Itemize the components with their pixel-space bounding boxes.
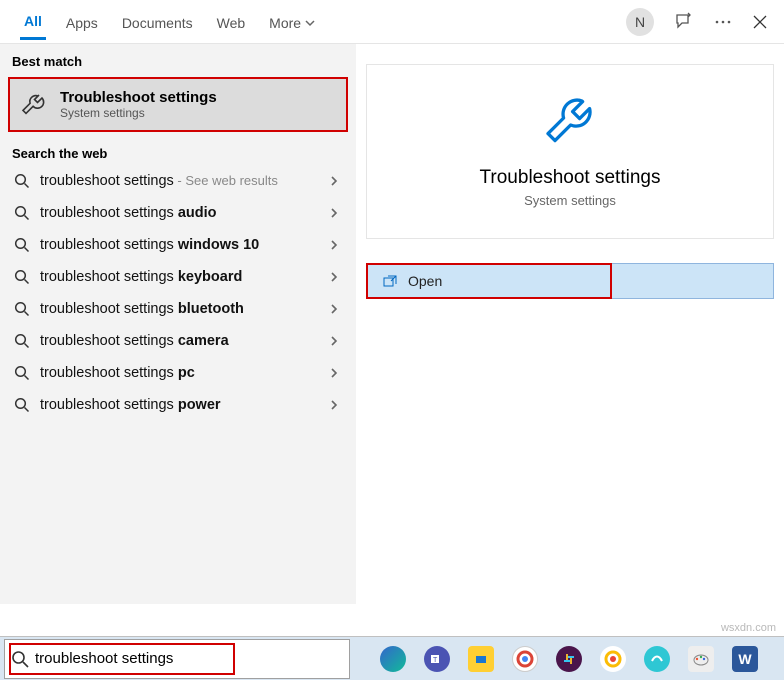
web-result-text: troubleshoot settings camera bbox=[40, 333, 328, 349]
more-options-icon[interactable] bbox=[714, 13, 732, 31]
taskbar-chrome-canary-icon[interactable] bbox=[600, 646, 626, 672]
search-icon bbox=[14, 365, 30, 381]
chevron-right-icon bbox=[328, 303, 340, 315]
chevron-right-icon bbox=[328, 399, 340, 411]
tab-all[interactable]: All bbox=[20, 3, 46, 40]
search-box[interactable] bbox=[4, 639, 350, 679]
scope-tabs: All Apps Documents Web More bbox=[10, 3, 626, 40]
wrench-icon bbox=[538, 89, 602, 153]
best-match-subtitle: System settings bbox=[60, 106, 217, 120]
chevron-right-icon bbox=[328, 207, 340, 219]
web-result-text: troubleshoot settings bluetooth bbox=[40, 301, 328, 317]
preview-actions: Open bbox=[366, 263, 774, 299]
top-bar: All Apps Documents Web More N bbox=[0, 0, 784, 44]
tab-web[interactable]: Web bbox=[213, 3, 250, 40]
web-result-item[interactable]: troubleshoot settings power bbox=[0, 389, 356, 421]
chevron-right-icon bbox=[328, 335, 340, 347]
tab-more[interactable]: More bbox=[265, 3, 319, 40]
results-pane: Best match Troubleshoot settings System … bbox=[0, 44, 356, 604]
taskbar-edge-icon[interactable] bbox=[380, 646, 406, 672]
search-icon bbox=[14, 205, 30, 221]
web-result-text: troubleshoot settings power bbox=[40, 397, 328, 413]
tab-apps[interactable]: Apps bbox=[62, 3, 102, 40]
preview-card: Troubleshoot settings System settings bbox=[366, 64, 774, 239]
watermark: wsxdn.com bbox=[721, 622, 776, 634]
taskbar-word-icon[interactable]: W bbox=[732, 646, 758, 672]
open-icon bbox=[382, 273, 398, 289]
search-icon bbox=[14, 237, 30, 253]
web-result-item[interactable]: troubleshoot settings pc bbox=[0, 357, 356, 389]
search-icon bbox=[14, 397, 30, 413]
svg-text:T: T bbox=[433, 657, 438, 664]
search-icon bbox=[14, 173, 30, 189]
taskbar-teams-icon[interactable]: T bbox=[424, 646, 450, 672]
chevron-down-icon bbox=[305, 18, 315, 28]
web-result-item[interactable]: troubleshoot settings keyboard bbox=[0, 261, 356, 293]
search-icon bbox=[14, 269, 30, 285]
action-spacer[interactable] bbox=[612, 263, 774, 299]
open-label: Open bbox=[408, 273, 442, 289]
search-icon bbox=[14, 333, 30, 349]
web-result-item[interactable]: troubleshoot settings bluetooth bbox=[0, 293, 356, 325]
user-avatar[interactable]: N bbox=[626, 8, 654, 36]
web-result-text: troubleshoot settings - See web results bbox=[40, 173, 328, 189]
best-match-title: Troubleshoot settings bbox=[60, 89, 217, 106]
web-result-text: troubleshoot settings windows 10 bbox=[40, 237, 328, 253]
web-result-text: troubleshoot settings pc bbox=[40, 365, 328, 381]
tab-documents[interactable]: Documents bbox=[118, 3, 197, 40]
feedback-icon[interactable] bbox=[674, 12, 694, 32]
web-result-item[interactable]: troubleshoot settings audio bbox=[0, 197, 356, 229]
web-result-item[interactable]: troubleshoot settings - See web results bbox=[0, 165, 356, 197]
wrench-icon bbox=[18, 90, 48, 120]
main-content: Best match Troubleshoot settings System … bbox=[0, 44, 784, 604]
search-input[interactable] bbox=[35, 650, 349, 667]
search-icon bbox=[11, 650, 27, 668]
chevron-right-icon bbox=[328, 367, 340, 379]
taskbar-paint-icon[interactable] bbox=[688, 646, 714, 672]
close-icon[interactable] bbox=[752, 14, 768, 30]
best-match-label: Best match bbox=[0, 44, 356, 73]
web-result-list: troubleshoot settings - See web results t… bbox=[0, 165, 356, 421]
chevron-right-icon bbox=[328, 239, 340, 251]
preview-pane: Troubleshoot settings System settings Op… bbox=[356, 44, 784, 604]
web-result-text: troubleshoot settings keyboard bbox=[40, 269, 328, 285]
bottom-bar: T W bbox=[0, 636, 784, 680]
preview-subtitle: System settings bbox=[524, 193, 616, 208]
taskbar-chrome-icon[interactable] bbox=[512, 646, 538, 672]
chevron-right-icon bbox=[328, 175, 340, 187]
preview-title: Troubleshoot settings bbox=[480, 167, 661, 189]
taskbar: T W bbox=[350, 637, 784, 680]
web-result-item[interactable]: troubleshoot settings windows 10 bbox=[0, 229, 356, 261]
top-right-controls: N bbox=[626, 8, 774, 36]
taskbar-app-icon[interactable] bbox=[644, 646, 670, 672]
taskbar-slack-icon[interactable] bbox=[556, 646, 582, 672]
web-result-text: troubleshoot settings audio bbox=[40, 205, 328, 221]
best-match-text: Troubleshoot settings System settings bbox=[60, 89, 217, 120]
chevron-right-icon bbox=[328, 271, 340, 283]
search-web-label: Search the web bbox=[0, 136, 356, 165]
open-button[interactable]: Open bbox=[366, 263, 612, 299]
search-icon bbox=[14, 301, 30, 317]
best-match-item[interactable]: Troubleshoot settings System settings bbox=[8, 77, 348, 132]
web-result-item[interactable]: troubleshoot settings camera bbox=[0, 325, 356, 357]
taskbar-explorer-icon[interactable] bbox=[468, 646, 494, 672]
